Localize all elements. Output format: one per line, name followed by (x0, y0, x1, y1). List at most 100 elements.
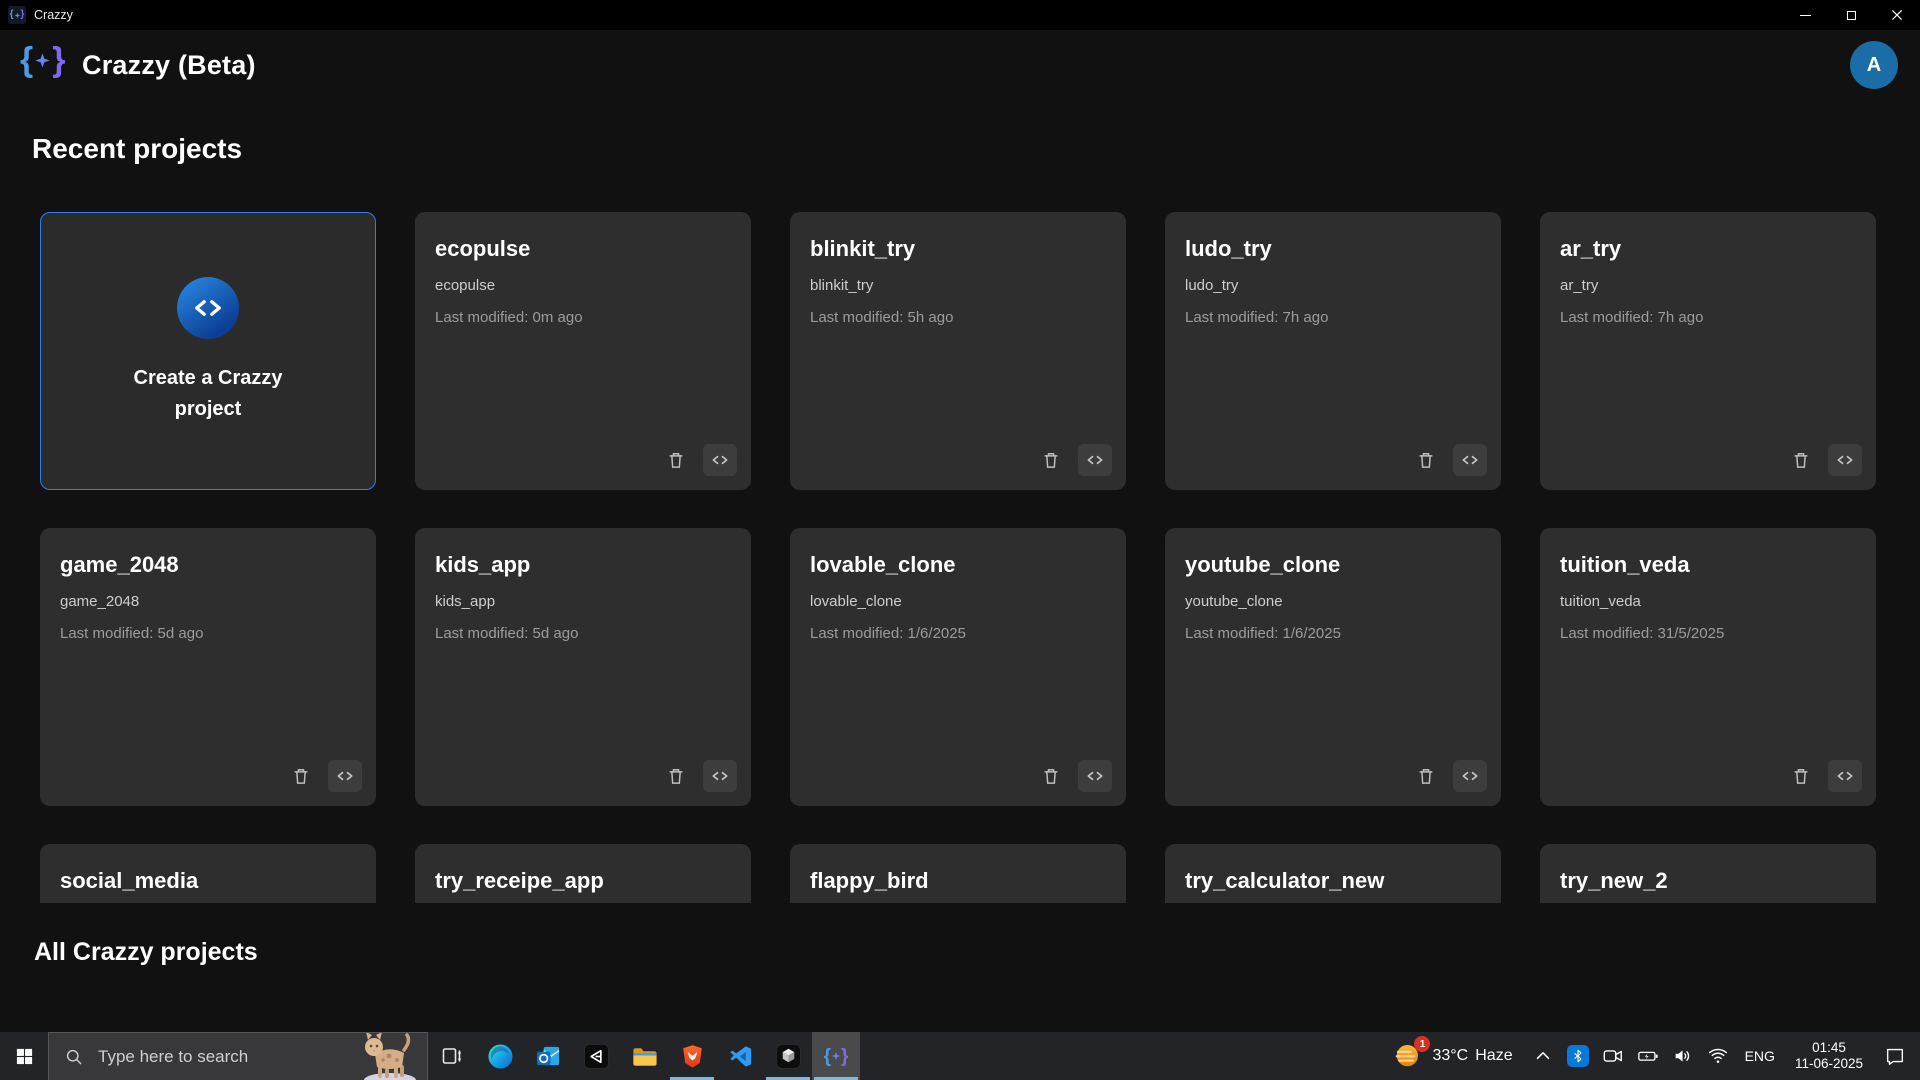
weather-condition: Haze (1475, 1047, 1512, 1065)
app-header: {} Crazzy (Beta) A (0, 30, 1920, 116)
project-modified: Last modified: 7h ago (1185, 309, 1481, 326)
project-card-ludo_try[interactable]: ludo_try ludo_try Last modified: 7h ago (1165, 212, 1501, 490)
project-card-ar_try[interactable]: ar_try ar_try Last modified: 7h ago (1540, 212, 1876, 490)
chevron-up-icon[interactable] (1532, 1045, 1554, 1067)
close-button[interactable] (1874, 0, 1920, 30)
code-icon (1835, 766, 1855, 786)
unity-icon (583, 1043, 610, 1070)
open-code-button[interactable] (1453, 760, 1487, 792)
taskbar-app-unity[interactable] (572, 1032, 620, 1080)
delete-project-button[interactable] (659, 444, 693, 476)
delete-project-button[interactable] (1034, 444, 1068, 476)
search-highlight-image[interactable] (347, 1033, 427, 1080)
project-card-ecopulse[interactable]: ecopulse ecopulse Last modified: 0m ago (415, 212, 751, 490)
trash-icon (666, 450, 686, 470)
project-card-try_receipe_app[interactable]: try_receipe_app (415, 844, 751, 903)
project-card-game_2048[interactable]: game_2048 game_2048 Last modified: 5d ag… (40, 528, 376, 806)
trash-icon (666, 766, 686, 786)
title-bar: {} Crazzy (0, 0, 1920, 30)
clock[interactable]: 01:45 11-06-2025 (1795, 1040, 1863, 1072)
minimize-icon (1800, 15, 1811, 16)
project-title: try_calculator_new (1185, 868, 1481, 894)
project-card-try_calculator_new[interactable]: try_calculator_new (1165, 844, 1501, 903)
project-subtitle: tuition_veda (1560, 593, 1856, 610)
delete-project-button[interactable] (1034, 760, 1068, 792)
taskbar-app-unity-hub[interactable] (764, 1032, 812, 1080)
taskbar-app-crazzy[interactable]: {} (812, 1032, 860, 1080)
crazzy-logo-icon: {} (824, 1047, 849, 1066)
system-tray: 1 33°C Haze ENG 01:45 11-06-2025 (1393, 1032, 1920, 1080)
battery-charging-icon[interactable] (1637, 1045, 1659, 1067)
delete-project-button[interactable] (659, 760, 693, 792)
project-card-kids_app[interactable]: kids_app kids_app Last modified: 5d ago (415, 528, 751, 806)
project-subtitle: ecopulse (435, 277, 731, 294)
delete-project-button[interactable] (284, 760, 318, 792)
project-modified: Last modified: 5d ago (60, 625, 356, 642)
open-code-button[interactable] (1078, 760, 1112, 792)
delete-project-button[interactable] (1409, 444, 1443, 476)
project-card-blinkit_try[interactable]: blinkit_try blinkit_try Last modified: 5… (790, 212, 1126, 490)
project-card-tuition_veda[interactable]: tuition_veda tuition_veda Last modified:… (1540, 528, 1876, 806)
all-projects-heading: All Crazzy projects (34, 938, 258, 967)
project-card-flappy_bird[interactable]: flappy_bird (790, 844, 1126, 903)
meet-now-icon[interactable] (1602, 1045, 1624, 1067)
delete-project-button[interactable] (1784, 760, 1818, 792)
taskbar-search[interactable] (48, 1032, 428, 1080)
wifi-icon[interactable] (1707, 1045, 1729, 1067)
language-indicator[interactable]: ENG (1745, 1048, 1775, 1064)
project-title: ecopulse (435, 236, 731, 262)
delete-project-button[interactable] (1784, 444, 1818, 476)
avatar[interactable]: A (1850, 41, 1898, 89)
restore-button[interactable] (1828, 0, 1874, 30)
open-code-button[interactable] (703, 444, 737, 476)
code-icon (1835, 450, 1855, 470)
project-subtitle: youtube_clone (1185, 593, 1481, 610)
project-card-lovable_clone[interactable]: lovable_clone lovable_clone Last modifie… (790, 528, 1126, 806)
weather-widget[interactable]: 1 33°C Haze (1393, 1040, 1512, 1072)
taskbar-app-edge[interactable] (476, 1032, 524, 1080)
delete-project-button[interactable] (1409, 760, 1443, 792)
project-subtitle: ludo_try (1185, 277, 1481, 294)
open-code-button[interactable] (1453, 444, 1487, 476)
code-icon (710, 450, 730, 470)
open-code-button[interactable] (1078, 444, 1112, 476)
taskbar-app-outlook[interactable] (524, 1032, 572, 1080)
project-modified: Last modified: 31/5/2025 (1560, 625, 1856, 642)
minimize-button[interactable] (1782, 0, 1828, 30)
open-code-button[interactable] (328, 760, 362, 792)
project-subtitle: game_2048 (60, 593, 356, 610)
project-title: flappy_bird (810, 868, 1106, 894)
notification-badge: 1 (1414, 1036, 1430, 1052)
taskbar-app-vscode[interactable] (716, 1032, 764, 1080)
create-project-card[interactable]: Create a Crazzy project (40, 212, 376, 490)
project-card-try_new_2[interactable]: try_new_2 (1540, 844, 1876, 903)
action-center-icon[interactable] (1884, 1045, 1906, 1067)
taskbar-app-brave[interactable] (668, 1032, 716, 1080)
search-input[interactable] (98, 1047, 288, 1067)
open-code-button[interactable] (1828, 444, 1862, 476)
trash-icon (1041, 766, 1061, 786)
taskbar-app-task-view[interactable] (428, 1032, 476, 1080)
clock-date: 11-06-2025 (1795, 1056, 1863, 1072)
trash-icon (1791, 766, 1811, 786)
project-card-youtube_clone[interactable]: youtube_clone youtube_clone Last modifie… (1165, 528, 1501, 806)
project-title: youtube_clone (1185, 552, 1481, 578)
speaker-icon[interactable] (1672, 1045, 1694, 1067)
project-title: ar_try (1560, 236, 1856, 262)
weather-icon: 1 (1393, 1040, 1425, 1072)
project-title: social_media (60, 868, 356, 894)
project-modified: Last modified: 0m ago (435, 309, 731, 326)
code-icon (1460, 450, 1480, 470)
project-card-social_media[interactable]: social_media (40, 844, 376, 903)
card-actions (1784, 444, 1862, 476)
project-title: lovable_clone (810, 552, 1106, 578)
open-code-button[interactable] (1828, 760, 1862, 792)
project-subtitle: ar_try (1560, 277, 1856, 294)
code-icon (193, 293, 223, 323)
code-icon (1460, 766, 1480, 786)
taskbar-app-file-explorer[interactable] (620, 1032, 668, 1080)
bluetooth-icon[interactable] (1567, 1045, 1589, 1067)
open-code-button[interactable] (703, 760, 737, 792)
start-button[interactable] (0, 1032, 48, 1080)
app-logo-icon: {} (8, 6, 26, 24)
